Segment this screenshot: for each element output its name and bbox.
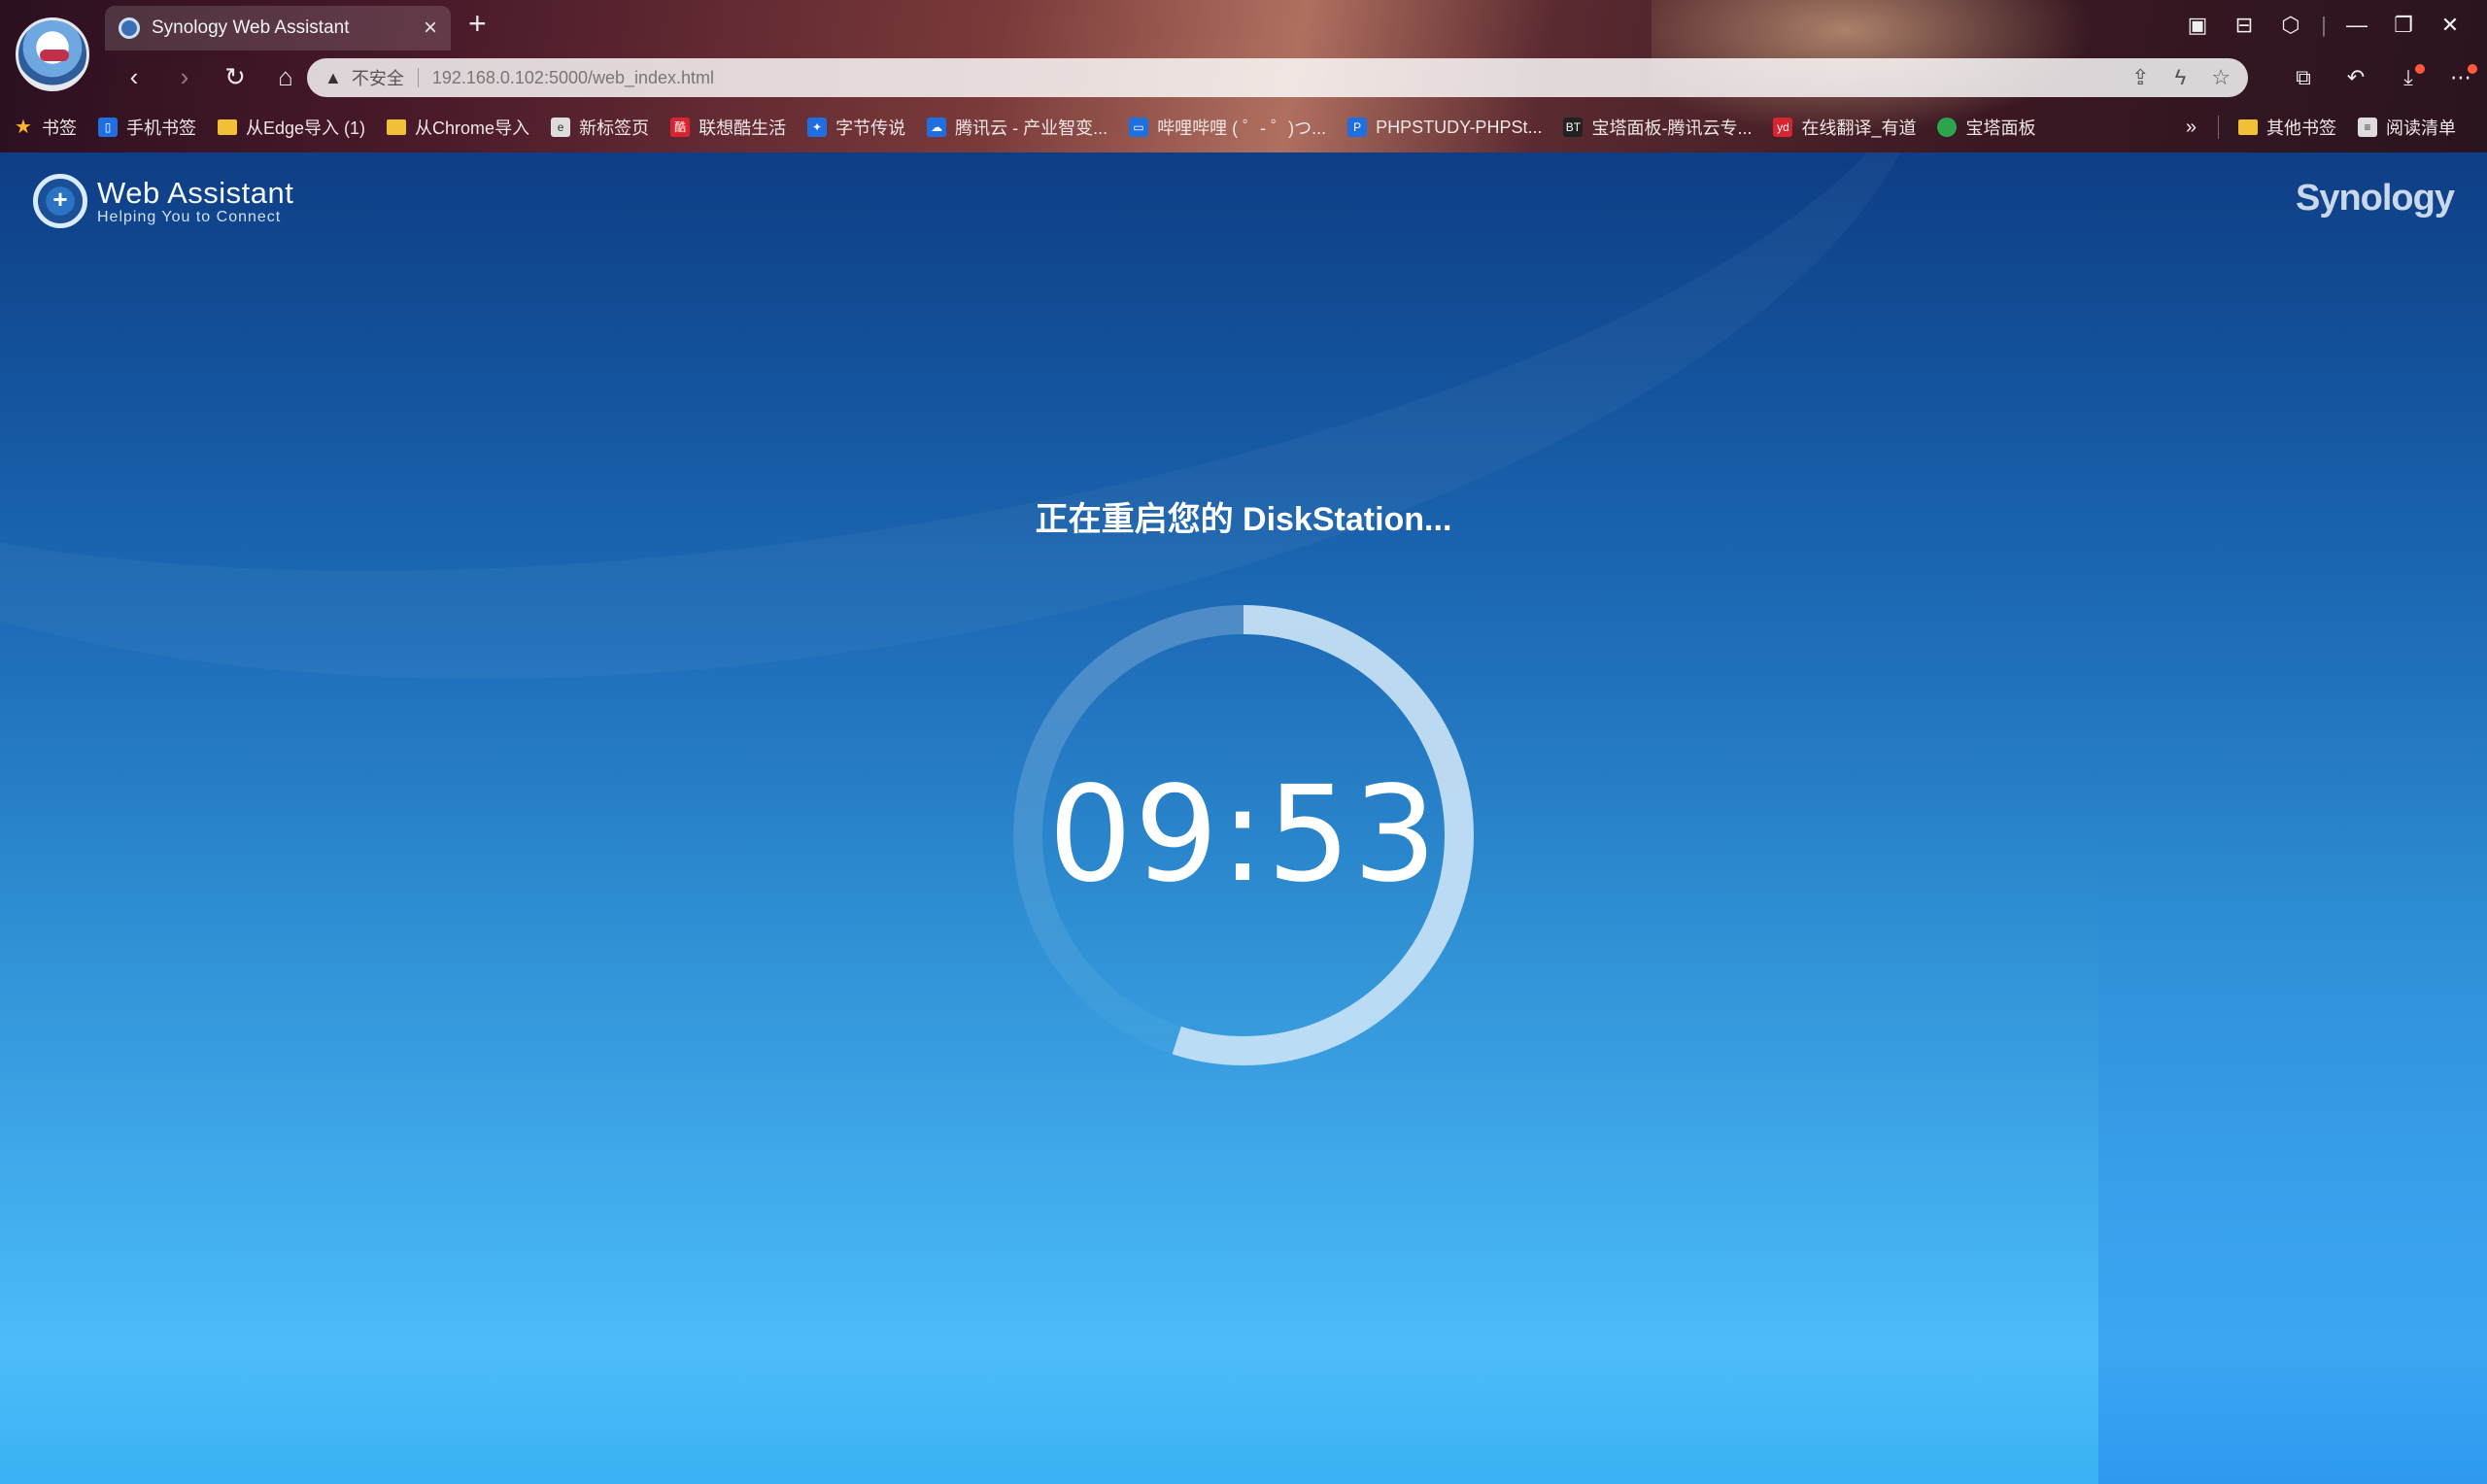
extensions-shield-icon[interactable]: ⬡ bbox=[2267, 8, 2314, 43]
reading-list-label: 阅读清单 bbox=[2386, 118, 2456, 138]
phone-icon: ▯ bbox=[98, 118, 118, 137]
star-icon: ★ bbox=[15, 117, 32, 138]
tencent-cloud-icon: ☁ bbox=[927, 118, 947, 137]
bookmark-label: 书签 bbox=[42, 118, 77, 138]
bookmark-label: 从Chrome导入 bbox=[415, 118, 530, 138]
bookmark-label: PHPSTUDY-PHPSt... bbox=[1376, 117, 1543, 137]
bookmark-label: 在线翻译_有道 bbox=[1801, 118, 1917, 138]
bookmarks-bar: ★ 书签 ▯ 手机书签 从Edge导入 (1) 从Chrome导入 e 新标签页 酷联… bbox=[14, 109, 2477, 146]
bookmark-label: 宝塔面板 bbox=[1965, 118, 2036, 138]
bookmark-item[interactable]: ▭ 哔哩哔哩 ( ゜- ゜)つ... bbox=[1129, 115, 1326, 140]
bookmarks-overflow-button[interactable]: » bbox=[2186, 117, 2197, 139]
bookmark-item[interactable]: 宝塔面板 bbox=[1937, 115, 2035, 140]
close-tab-icon[interactable]: × bbox=[424, 17, 437, 40]
folder-icon bbox=[218, 119, 237, 135]
security-label[interactable]: 不安全 bbox=[352, 65, 404, 90]
bookmark-item[interactable]: ✦ 字节传说 bbox=[807, 115, 905, 140]
countdown-timer: 09:53 bbox=[1010, 602, 1477, 1068]
bookmark-label: 从Edge导入 (1) bbox=[246, 118, 366, 138]
share-icon[interactable]: ⇪ bbox=[2131, 65, 2149, 90]
phpstudy-icon: P bbox=[1347, 118, 1368, 137]
bookmark-label: 字节传说 bbox=[835, 118, 906, 138]
web-assistant-logo-icon bbox=[33, 174, 87, 228]
bookmark-item[interactable]: yd 在线翻译_有道 bbox=[1773, 115, 1916, 140]
home-button[interactable]: ⌂ bbox=[260, 60, 311, 93]
lenovo-icon: 酷 bbox=[670, 118, 691, 137]
brand-text: Web Assistant Helping You to Connect bbox=[97, 176, 293, 226]
reading-list-icon: ≡ bbox=[2358, 118, 2377, 137]
address-bar[interactable]: ▲ 不安全 192.168.0.102:5000/web_index.html … bbox=[307, 58, 2248, 97]
download-icon[interactable]: ⤓ bbox=[2382, 58, 2435, 97]
window-controls: ▣ ⊟ ⬡ | — ❐ ✕ bbox=[2174, 8, 2473, 43]
new-tab-button[interactable]: + bbox=[468, 8, 487, 39]
youdao-icon: yd bbox=[1773, 118, 1793, 137]
undo-close-icon[interactable]: ↶ bbox=[2330, 58, 2382, 97]
back-button[interactable]: ‹ bbox=[109, 60, 159, 93]
bookmark-item[interactable]: BT 宝塔面板-腾讯云专... bbox=[1563, 115, 1752, 140]
address-bar-actions: ⇪ ϟ ☆ bbox=[2131, 65, 2231, 90]
tab-synology-web-assistant[interactable]: Synology Web Assistant × bbox=[105, 6, 451, 51]
warning-icon[interactable]: ▲ bbox=[324, 68, 342, 88]
bookmark-label: 手机书签 bbox=[126, 118, 196, 138]
bookmark-label: 腾讯云 - 产业智变... bbox=[955, 118, 1108, 138]
close-window-button[interactable]: ✕ bbox=[2427, 8, 2473, 43]
bytes-icon: ✦ bbox=[807, 118, 828, 137]
brand-title: Web Assistant bbox=[97, 176, 294, 210]
browser-chrome: Synology Web Assistant × + ▣ ⊟ ⬡ | — ❐ ✕… bbox=[0, 0, 2487, 152]
tab-search-icon[interactable]: ▣ bbox=[2174, 8, 2221, 43]
lightning-icon[interactable]: ϟ bbox=[2175, 65, 2187, 90]
reading-list[interactable]: ≡ 阅读清单 bbox=[2358, 115, 2456, 140]
folder-icon bbox=[2238, 119, 2258, 135]
other-bookmarks[interactable]: 其他书签 bbox=[2238, 115, 2336, 140]
countdown-text: 09:53 bbox=[1048, 759, 1439, 912]
bookmark-label: 新标签页 bbox=[579, 118, 650, 138]
bookmark-item[interactable]: ★ 书签 bbox=[14, 115, 77, 140]
divider bbox=[417, 68, 419, 87]
toolbar-icons: ⧉ ↶ ⤓ ⋯ bbox=[2277, 58, 2487, 97]
divider: | bbox=[2321, 13, 2327, 37]
bilibili-icon: ▭ bbox=[1129, 118, 1149, 137]
vertical-tabs-icon[interactable]: ⊟ bbox=[2221, 8, 2267, 43]
bookmark-item[interactable]: 酷联想酷生活 bbox=[670, 115, 786, 140]
more-menu-icon[interactable]: ⋯ bbox=[2435, 58, 2487, 97]
forward-button[interactable]: › bbox=[159, 60, 210, 93]
folder-icon bbox=[387, 119, 407, 135]
profile-avatar[interactable] bbox=[16, 17, 89, 91]
bookmark-item[interactable]: P PHPSTUDY-PHPSt... bbox=[1347, 118, 1542, 138]
restart-status-text: 正在重启您的 DiskStation... bbox=[1035, 501, 1452, 538]
minimize-button[interactable]: — bbox=[2334, 8, 2380, 43]
bookmark-item[interactable]: 从Chrome导入 bbox=[387, 115, 529, 140]
bt-green-icon bbox=[1937, 118, 1958, 137]
brand-subtitle: Helping You to Connect bbox=[97, 209, 282, 225]
favorite-star-icon[interactable]: ☆ bbox=[2211, 65, 2231, 90]
tab-title: Synology Web Assistant bbox=[152, 17, 350, 38]
other-bookmarks-label: 其他书签 bbox=[2266, 118, 2336, 138]
extensions-icon[interactable]: ⧉ bbox=[2277, 58, 2330, 97]
bookmark-item[interactable]: ▯ 手机书签 bbox=[98, 115, 196, 140]
divider bbox=[2218, 116, 2219, 139]
bookmark-label: 宝塔面板-腾讯云专... bbox=[1591, 118, 1753, 138]
synology-tab-icon bbox=[119, 17, 140, 39]
restore-button[interactable]: ❐ bbox=[2380, 8, 2427, 43]
bookmark-item[interactable]: 从Edge导入 (1) bbox=[218, 115, 365, 140]
synology-logo: Synology bbox=[2295, 178, 2455, 219]
edge-icon: e bbox=[551, 118, 571, 137]
reload-button[interactable]: ↻ bbox=[210, 60, 260, 93]
navigation-buttons: ‹ › ↻ ⌂ bbox=[109, 60, 311, 93]
bookmark-label: 哔哩哔哩 ( ゜- ゜)つ... bbox=[1157, 118, 1327, 138]
bt-icon: BT bbox=[1563, 118, 1584, 137]
bookmark-item[interactable]: e 新标签页 bbox=[551, 115, 649, 140]
url-text[interactable]: 192.168.0.102:5000/web_index.html bbox=[432, 68, 2131, 88]
web-assistant-page: Web Assistant Helping You to Connect Syn… bbox=[0, 152, 2487, 1484]
bookmark-label: 联想酷生活 bbox=[698, 118, 787, 138]
bookmark-item[interactable]: ☁ 腾讯云 - 产业智变... bbox=[927, 115, 1107, 140]
web-assistant-logo: Web Assistant Helping You to Connect bbox=[33, 174, 293, 228]
